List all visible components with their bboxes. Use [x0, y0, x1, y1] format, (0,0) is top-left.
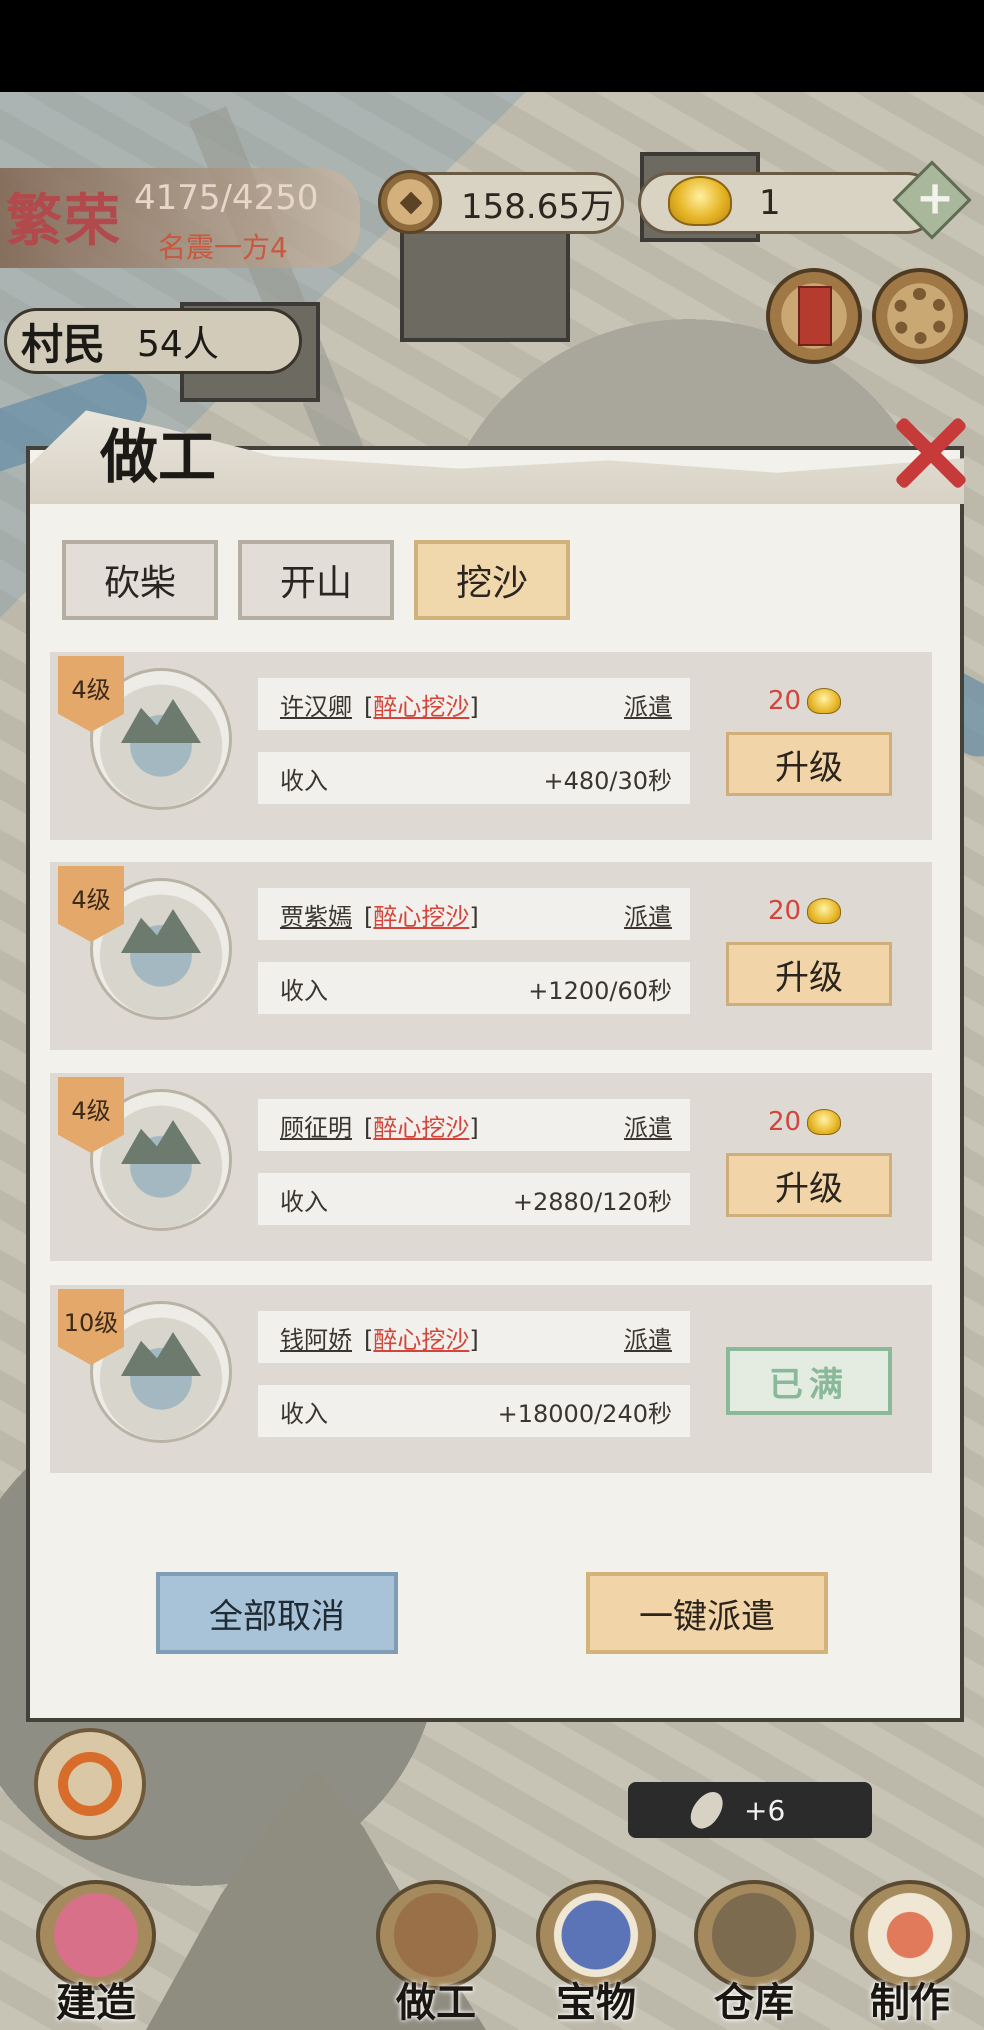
worker-name[interactable]: 钱阿娇 [280, 1320, 352, 1355]
prosperity-rank: 名震一方4 [158, 231, 288, 264]
dispatch-link[interactable]: 派遣 [624, 687, 672, 722]
cost-value: 20 [768, 1107, 802, 1137]
income-label: 收入 [280, 976, 328, 1005]
nav-work-label: 做工 [396, 1979, 476, 2026]
max-level-badge: 已满 [726, 1347, 892, 1415]
income-label: 收入 [280, 1187, 328, 1216]
cancel-all-button[interactable]: 全部取消 [156, 1572, 398, 1654]
status-bar [0, 0, 984, 92]
gold-value: 1 [759, 183, 781, 223]
upgrade-button[interactable]: 升级 [726, 732, 892, 796]
worker-info: 许汉卿 [醉心挖沙] 派遣 [258, 678, 690, 730]
gear-icon [892, 288, 948, 344]
income-value: +480/30秒 [543, 766, 672, 795]
settings-button[interactable] [872, 268, 968, 364]
income-value: +1200/60秒 [528, 976, 672, 1005]
nav-craft-button[interactable]: 制作 [840, 1880, 980, 2030]
dispatch-link[interactable]: 派遣 [624, 1320, 672, 1355]
villager-label: 村民 [21, 319, 106, 369]
rings-icon [58, 1752, 122, 1816]
gold-ingot-icon [807, 688, 842, 714]
tab-quarry[interactable]: 开山 [238, 540, 394, 620]
rings-button[interactable] [34, 1728, 146, 1840]
villager-panel[interactable]: 村民 54人 [4, 308, 302, 374]
toast-text: +6 [744, 1793, 786, 1827]
radish-icon [684, 1786, 730, 1834]
plus-icon: + [915, 170, 955, 225]
worker-name[interactable]: 顾征明 [280, 1108, 352, 1143]
income-label: 收入 [280, 1399, 328, 1428]
dispatch-link[interactable]: 派遣 [624, 1108, 672, 1143]
nav-warehouse-label: 仓库 [714, 1979, 794, 2026]
nav-craft-label: 制作 [870, 1979, 950, 2026]
worker-skill[interactable]: 醉心挖沙 [373, 903, 469, 931]
upgrade-button[interactable]: 升级 [726, 942, 892, 1006]
nav-build-label: 建造 [56, 1979, 136, 2026]
worker-info: 顾征明 [醉心挖沙] 派遣 [258, 1099, 690, 1151]
income-label: 收入 [280, 766, 328, 795]
tab-chop-wood[interactable]: 砍柴 [62, 540, 218, 620]
gold-ingot-icon [807, 1109, 842, 1135]
worker-row: 4级 顾征明 [醉心挖沙] 派遣 收入 +2880/120秒 20 升级 [50, 1073, 932, 1261]
nav-treasure-label: 宝物 [556, 1979, 636, 2026]
worker-skill[interactable]: 醉心挖沙 [373, 1326, 469, 1354]
skill-bracket: [醉心挖沙] [364, 1113, 479, 1142]
notice-button[interactable] [766, 268, 862, 364]
skill-bracket: [醉心挖沙] [364, 1325, 479, 1354]
worker-info: 贾紫嫣 [醉心挖沙] 派遣 [258, 888, 690, 940]
income-info: 收入 +2880/120秒 [258, 1173, 690, 1225]
gold-ingot-icon [668, 176, 732, 226]
skill-bracket: [醉心挖沙] [364, 902, 479, 931]
income-value: +18000/240秒 [497, 1399, 672, 1428]
upgrade-cost: 20 [768, 896, 842, 926]
nav-warehouse-button[interactable]: 仓库 [684, 1880, 824, 2030]
worker-skill[interactable]: 醉心挖沙 [373, 1114, 469, 1142]
income-value: +2880/120秒 [512, 1187, 672, 1216]
income-info: 收入 +18000/240秒 [258, 1385, 690, 1437]
nav-work-button[interactable]: 做工 [366, 1880, 506, 2030]
worker-row: 4级 贾紫嫣 [醉心挖沙] 派遣 收入 +1200/60秒 20 升级 [50, 862, 932, 1050]
upgrade-cost: 20 [768, 1107, 842, 1137]
close-icon[interactable] [888, 412, 970, 494]
income-info: 收入 +480/30秒 [258, 752, 690, 804]
nav-build-button[interactable]: 建造 [26, 1880, 166, 2030]
upgrade-button[interactable]: 升级 [726, 1153, 892, 1217]
worker-name[interactable]: 贾紫嫣 [280, 897, 352, 932]
reward-toast: +6 [628, 1782, 872, 1838]
notice-scroll-icon [798, 286, 832, 346]
cost-value: 20 [768, 686, 802, 716]
worker-row: 4级 许汉卿 [醉心挖沙] 派遣 收入 +480/30秒 20 升级 [50, 652, 932, 840]
upgrade-cost: 20 [768, 686, 842, 716]
dispatch-link[interactable]: 派遣 [624, 897, 672, 932]
villager-count: 54人 [137, 324, 219, 365]
worker-skill[interactable]: 醉心挖沙 [373, 693, 469, 721]
tab-dig-sand[interactable]: 挖沙 [414, 540, 570, 620]
prosperity-title: 繁荣 [6, 188, 122, 254]
worker-row: 10级 钱阿娇 [醉心挖沙] 派遣 收入 +18000/240秒 已满 [50, 1285, 932, 1473]
dispatch-all-button[interactable]: 一键派遣 [586, 1572, 828, 1654]
skill-bracket: [醉心挖沙] [364, 692, 479, 721]
coin-value: 158.65万 [461, 186, 614, 227]
gold-ingot-icon [807, 898, 842, 924]
nav-treasure-button[interactable]: 宝物 [526, 1880, 666, 2030]
worker-name[interactable]: 许汉卿 [280, 687, 352, 722]
cost-value: 20 [768, 896, 802, 926]
dialog-title: 做工 [100, 423, 217, 491]
worker-info: 钱阿娇 [醉心挖沙] 派遣 [258, 1311, 690, 1363]
income-info: 收入 +1200/60秒 [258, 962, 690, 1014]
prosperity-progress: 4175/4250 [134, 178, 319, 218]
copper-coin-icon [378, 170, 442, 234]
